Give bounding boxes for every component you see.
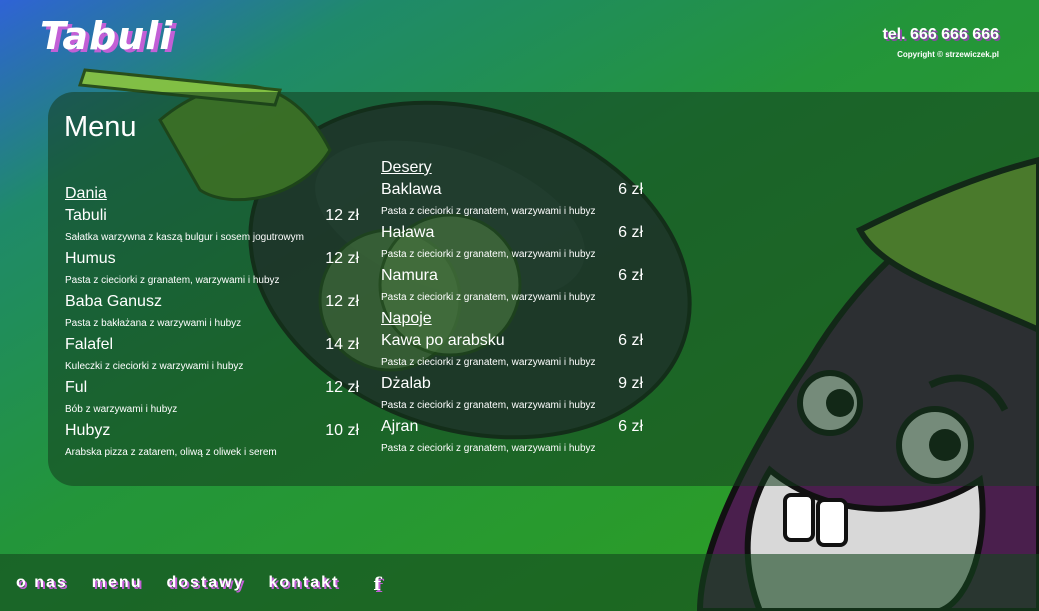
item-price: 12 zł — [325, 250, 359, 267]
item-price: 14 zł — [325, 336, 359, 353]
copyright-text: Copyright © strzewiczek.pl — [897, 50, 999, 59]
list-item: Namura 6 zł Pasta z cieciorki z granatem,… — [381, 265, 643, 308]
nav-link-dostawy[interactable]: dostawy — [166, 574, 244, 595]
item-description: Arabska pizza z zatarem, oliwą z oliwek … — [65, 447, 277, 458]
list-item: Baklawa 6 zł Pasta z cieciorki z granatem… — [381, 179, 643, 222]
item-description: Pasta z cieciorki z granatem, warzywami … — [381, 206, 596, 217]
item-name: Haława — [381, 224, 435, 241]
item-price: 6 zł — [618, 267, 643, 284]
item-price: 6 zł — [618, 332, 643, 349]
section-heading-napoje: Napoje — [381, 310, 432, 327]
item-name: Tabuli — [65, 207, 107, 224]
item-description: Sałatka warzywna z kaszą bulgur i sosem … — [65, 232, 304, 243]
section-heading-desery: Desery — [381, 159, 432, 176]
item-description: Pasta z cieciorki z granatem, warzywami … — [381, 357, 596, 368]
item-name: Namura — [381, 267, 438, 284]
item-price: 6 zł — [618, 224, 643, 241]
item-price: 6 zł — [618, 418, 643, 435]
item-name: Ajran — [381, 418, 419, 435]
item-name: Dżalab — [381, 375, 431, 392]
item-name: Hubyz — [65, 422, 111, 439]
list-item: Ajran 6 zł Pasta z cieciorki z granatem, … — [381, 416, 643, 459]
item-price: 6 zł — [618, 181, 643, 198]
list-item: Hubyz 10 zł Arabska pizza z zatarem, oliw… — [65, 420, 359, 463]
page-title: Menu — [64, 111, 137, 143]
item-description: Pasta z cieciorki z granatem, warzywami … — [381, 400, 596, 411]
item-price: 12 zł — [325, 207, 359, 224]
item-name: Ful — [65, 379, 88, 396]
item-price: 9 zł — [618, 375, 643, 392]
list-item: Ful 12 zł Bób z warzywami i hubyz — [65, 377, 359, 420]
list-item: Haława 6 zł Pasta z cieciorki z granatem,… — [381, 222, 643, 265]
item-description: Bób z warzywami i hubyz — [65, 404, 178, 415]
item-price: 10 zł — [325, 422, 359, 439]
item-name: Kawa po arabsku — [381, 332, 505, 349]
menu-column-desery-napoje: Desery Baklawa 6 zł Pasta z cieciorki z g… — [381, 157, 643, 459]
list-item: Dżalab 9 zł Pasta z cieciorki z granatem,… — [381, 373, 643, 416]
item-name: Baba Ganusz — [65, 293, 162, 310]
item-name: Falafel — [65, 336, 114, 353]
logo[interactable]: Tabuli — [40, 14, 173, 58]
list-item: Humus 12 zł Pasta z cieciorki z granatem,… — [65, 248, 359, 291]
header-contact: tel. 666 666 666 Copyright © strzewiczek… — [882, 26, 999, 59]
list-item: Kawa po arabsku 6 zł Pasta z cieciorki z … — [381, 330, 643, 373]
list-item: Falafel 14 zł Kuleczki z cieciorki z warz… — [65, 334, 359, 377]
nav-link-kontakt[interactable]: kontakt — [268, 574, 339, 595]
item-price: 12 zł — [325, 379, 359, 396]
facebook-icon[interactable]: f — [373, 574, 383, 595]
nav-link-menu[interactable]: menu — [92, 574, 143, 595]
nav-link-o-nas[interactable]: o nas — [16, 574, 68, 595]
item-name: Humus — [65, 250, 116, 267]
item-description: Kuleczki z cieciorki z warzywami i hubyz — [65, 361, 244, 372]
list-item: Tabuli 12 zł Sałatka warzywna z kaszą bul… — [65, 205, 359, 248]
footer-nav: o nas menu dostawy kontakt f — [16, 574, 383, 595]
item-description: Pasta z bakłażana z warzywami i hubyz — [65, 318, 242, 329]
phone-number[interactable]: tel. 666 666 666 — [882, 26, 999, 44]
item-description: Pasta z cieciorki z granatem, warzywami … — [381, 443, 596, 454]
item-name: Baklawa — [381, 181, 442, 198]
item-description: Pasta z cieciorki z granatem, warzywami … — [381, 292, 596, 303]
list-item: Baba Ganusz 12 zł Pasta z bakłażana z war… — [65, 291, 359, 334]
menu-column-dania: Dania Tabuli 12 zł Sałatka warzywna z kas… — [65, 183, 359, 463]
section-heading-dania: Dania — [65, 185, 107, 202]
item-description: Pasta z cieciorki z granatem, warzywami … — [65, 275, 280, 286]
item-description: Pasta z cieciorki z granatem, warzywami … — [381, 249, 596, 260]
item-price: 12 zł — [325, 293, 359, 310]
